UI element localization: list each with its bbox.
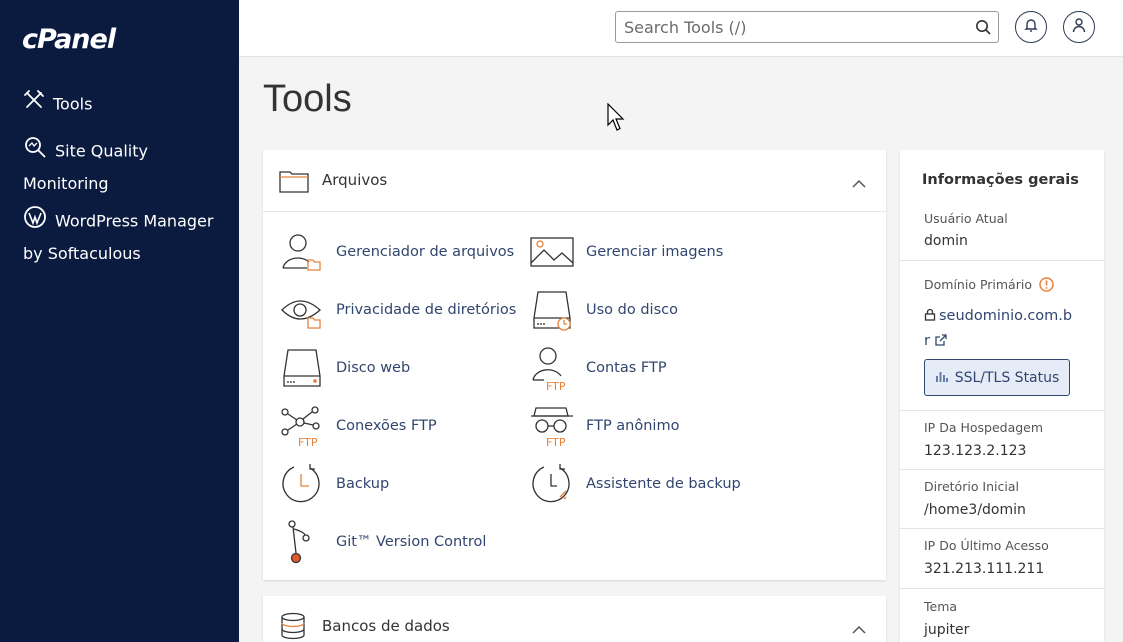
tool-label: Uso do disco xyxy=(586,302,678,318)
chevron-up-icon[interactable] xyxy=(852,620,866,639)
section-header[interactable]: Arquivos xyxy=(263,150,886,212)
cpanel-logo[interactable]: cPanel xyxy=(22,24,116,55)
eye-folder-icon xyxy=(281,300,321,329)
primary-domain-label: Domínio Primário xyxy=(924,277,1054,295)
tool-label: Assistente de backup xyxy=(586,476,741,492)
notifications-button[interactable] xyxy=(1015,11,1047,43)
lock-icon xyxy=(924,305,936,329)
tool-label: Contas FTP xyxy=(586,360,667,376)
wordpress-icon xyxy=(23,205,47,239)
primary-domain-label-text: Domínio Primário xyxy=(924,277,1032,292)
tool-label: Gerenciador de arquivos xyxy=(336,244,515,260)
backup-icon xyxy=(282,464,320,503)
tool-anonymous-ftp[interactable]: FTP FTP anônimo xyxy=(530,404,679,448)
search-box[interactable] xyxy=(615,11,999,43)
search-icon[interactable] xyxy=(975,19,991,39)
database-icon xyxy=(279,612,307,642)
magnifier-icon xyxy=(23,135,47,169)
tool-label: Privacidade de diretórios xyxy=(336,302,517,318)
bar-chart-icon xyxy=(935,370,948,386)
image-icon xyxy=(530,237,574,267)
general-info-title: Informações gerais xyxy=(922,172,1079,188)
ftp-accounts-icon: FTP xyxy=(532,347,566,390)
tool-backup[interactable]: Backup xyxy=(280,462,389,506)
tool-label: Gerenciar imagens xyxy=(586,244,724,260)
section-header[interactable]: Bancos de dados xyxy=(263,596,886,642)
anonymous-ftp-icon: FTP xyxy=(531,407,573,448)
primary-domain-link[interactable]: seudominio.com.br xyxy=(924,304,1074,354)
tool-ftp-accounts[interactable]: FTP Contas FTP xyxy=(530,346,667,390)
general-info-panel: Informações gerais Usuário Atual domin D… xyxy=(900,150,1104,642)
sidebar-item-site-quality[interactable]: Site Quality Monitoring xyxy=(23,135,223,199)
disk-usage-icon xyxy=(533,291,571,331)
tools-icon xyxy=(23,89,45,121)
file-manager-icon xyxy=(282,234,321,271)
section-files: Arquivos Gerenciador de arquivos Privaci… xyxy=(263,150,886,580)
theme-value: jupiter xyxy=(924,622,970,638)
sidebar-item-label: Tools xyxy=(53,94,93,114)
home-dir-value: /home3/domin xyxy=(924,502,1026,518)
ssl-tls-status-button[interactable]: SSL/TLS Status xyxy=(924,359,1070,396)
last-ip-value: 321.213.111.211 xyxy=(924,561,1045,577)
web-disk-icon xyxy=(283,349,321,387)
section-title: Bancos de dados xyxy=(322,617,450,635)
sidebar: cPanel Tools Site Quality Monitoring Wor… xyxy=(0,0,239,642)
git-icon xyxy=(288,520,310,564)
tool-disk-usage[interactable]: Uso do disco xyxy=(530,288,678,332)
tool-file-manager[interactable]: Gerenciador de arquivos xyxy=(280,230,514,274)
current-user-value: domin xyxy=(924,233,968,249)
section-title: Arquivos xyxy=(322,171,388,189)
backup-wizard-icon xyxy=(532,464,570,503)
page-title: Tools xyxy=(263,78,352,120)
current-user-label: Usuário Atual xyxy=(924,211,1008,226)
tool-ftp-connections[interactable]: FTP Conexões FTP xyxy=(280,404,437,448)
svg-text:FTP: FTP xyxy=(546,380,566,390)
svg-text:FTP: FTP xyxy=(298,436,318,448)
user-menu-button[interactable] xyxy=(1063,11,1095,43)
tool-directory-privacy[interactable]: Privacidade de diretórios xyxy=(280,288,516,332)
ftp-connections-icon: FTP xyxy=(281,406,320,448)
sidebar-item-label: WordPress Manager by Softaculous xyxy=(23,211,214,264)
chevron-up-icon[interactable] xyxy=(852,174,866,193)
theme-label: Tema xyxy=(924,599,958,614)
search-input[interactable] xyxy=(616,12,956,42)
folder-icon xyxy=(279,168,309,198)
section-databases: Bancos de dados xyxy=(263,596,886,642)
tool-label: Git™ Version Control xyxy=(336,534,487,550)
tool-label: FTP anônimo xyxy=(586,418,680,434)
last-ip-label: IP Do Último Acesso xyxy=(924,538,1049,553)
hosting-ip-label: IP Da Hospedagem xyxy=(924,420,1044,435)
tool-image-manager[interactable]: Gerenciar imagens xyxy=(530,230,723,274)
svg-text:FTP: FTP xyxy=(546,436,566,448)
tool-backup-wizard[interactable]: Assistente de backup xyxy=(530,462,741,506)
sidebar-item-wordpress[interactable]: WordPress Manager by Softaculous xyxy=(23,205,228,269)
tool-web-disk[interactable]: Disco web xyxy=(280,346,410,390)
user-icon xyxy=(1071,17,1087,37)
ssl-button-label: SSL/TLS Status xyxy=(954,369,1060,386)
sidebar-item-tools[interactable]: Tools xyxy=(23,89,92,121)
mouse-cursor xyxy=(607,103,625,131)
external-link-icon xyxy=(934,330,947,354)
tool-label: Backup xyxy=(336,476,390,492)
hosting-ip-value: 123.123.2.123 xyxy=(924,443,1027,459)
home-dir-label: Diretório Inicial xyxy=(924,479,1019,494)
top-bar xyxy=(239,0,1123,57)
tool-label: Disco web xyxy=(336,360,411,376)
tool-git[interactable]: Git™ Version Control xyxy=(280,520,486,564)
bell-icon xyxy=(1023,17,1039,37)
warning-icon[interactable] xyxy=(1039,277,1054,295)
tool-label: Conexões FTP xyxy=(336,418,437,434)
